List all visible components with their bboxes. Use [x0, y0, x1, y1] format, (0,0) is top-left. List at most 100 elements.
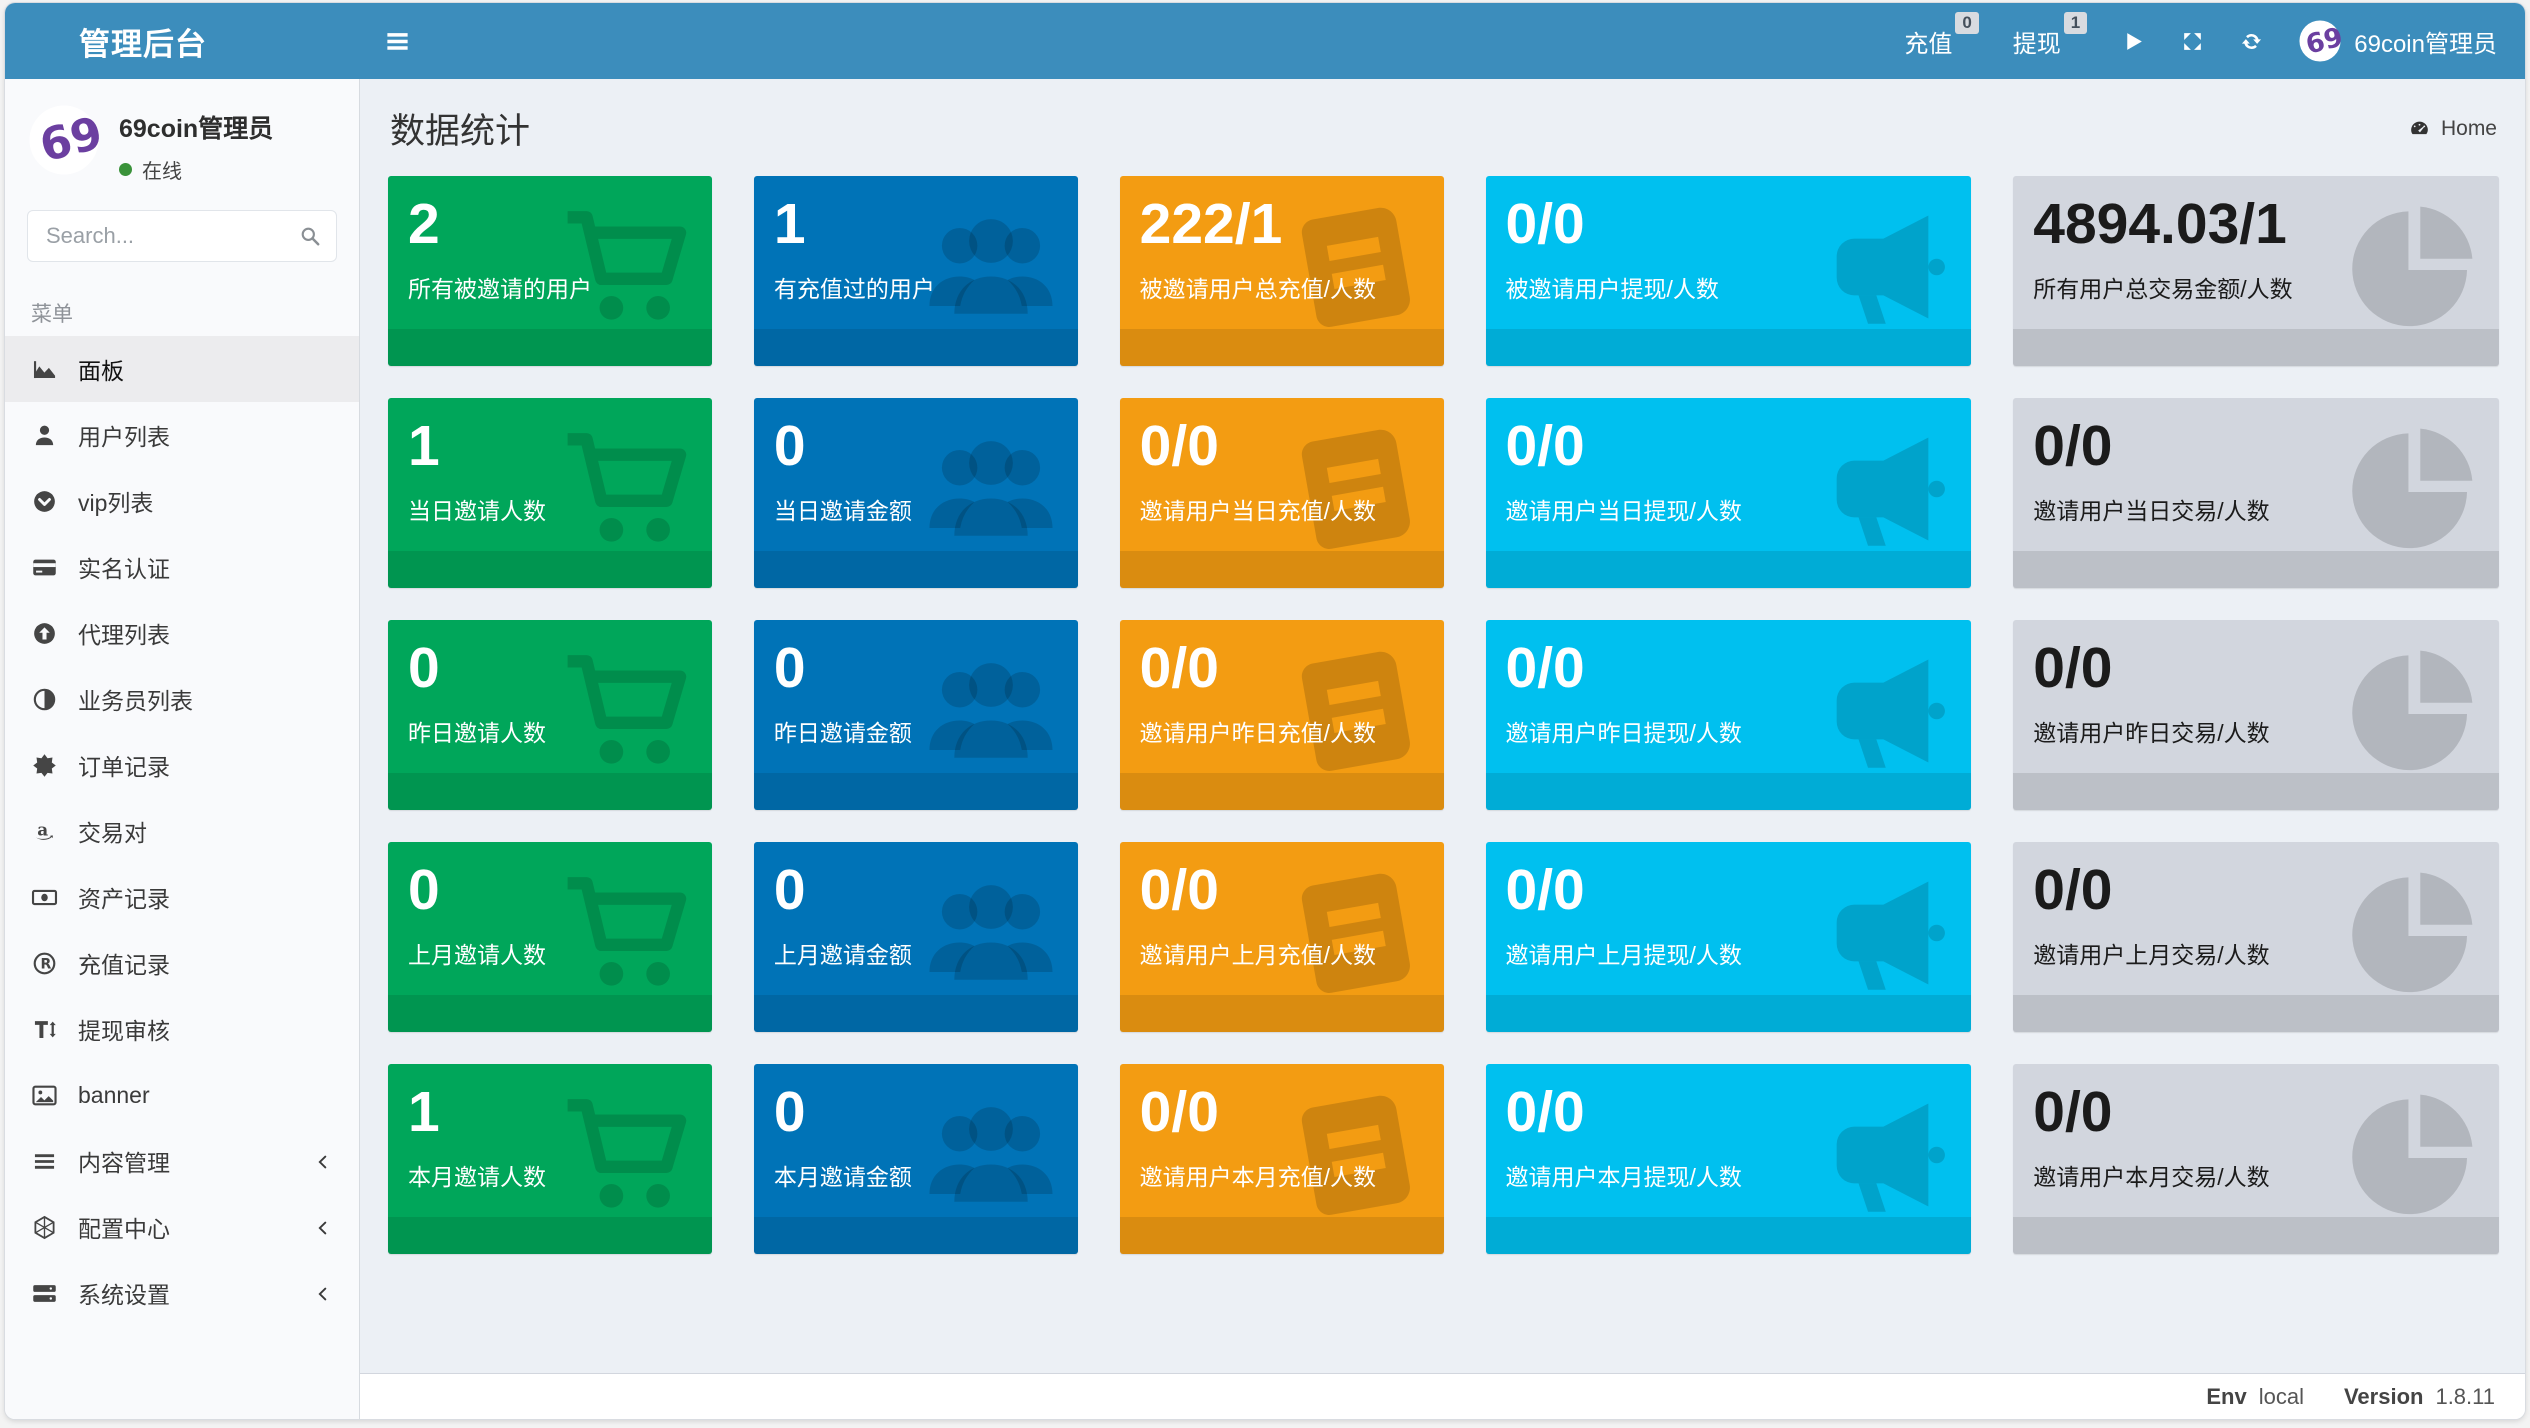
stat-card-footer — [2013, 551, 2499, 588]
stat-label: 所有用户总交易金额/人数 — [2033, 270, 2479, 304]
stat-value: 0/0 — [2033, 857, 2479, 924]
footer-env-value: local — [2259, 1384, 2304, 1410]
stat-card: 0 昨日邀请金额 — [754, 620, 1078, 810]
sidebar-item-realname[interactable]: 实名认证 — [5, 534, 359, 600]
stat-value: 0/0 — [1506, 191, 1952, 258]
sidebar-item-assets[interactable]: 资产记录 — [5, 864, 359, 930]
sidebar-item-content[interactable]: 内容管理 — [5, 1128, 359, 1194]
sidebar-item-pairs[interactable]: 交易对 — [5, 798, 359, 864]
stat-value: 0/0 — [1506, 413, 1952, 480]
page-title: 数据统计 — [390, 103, 530, 154]
footer-version-label: Version — [2344, 1384, 2423, 1410]
stat-card-footer — [1486, 995, 1972, 1032]
recharge-badge: 0 — [1955, 12, 1978, 35]
sidebar-item-label: 业务员列表 — [78, 682, 193, 716]
hexagon-icon — [31, 1214, 58, 1241]
stat-card-footer — [388, 1217, 712, 1254]
recharge-link-label: 充值 — [1904, 24, 1952, 59]
user-menu-name: 69coin管理员 — [2354, 24, 2497, 59]
sidebar-item-agents[interactable]: 代理列表 — [5, 600, 359, 666]
sidebar-item-banner[interactable]: banner — [5, 1062, 359, 1128]
stat-value: 1 — [774, 191, 1058, 258]
stat-label: 被邀请用户提现/人数 — [1506, 270, 1952, 304]
dashboard-icon — [2408, 117, 2431, 140]
sidebar-user-status: 在线 — [119, 155, 273, 184]
sidebar-menu: 面板 用户列表 vip列表 实名认证 代理列表 业务员列表 订单记录 交易对 资… — [5, 336, 359, 1326]
recharge-notifications-link[interactable]: 充值 0 — [1904, 24, 1978, 59]
refresh-button[interactable] — [2239, 29, 2264, 54]
footer-version-value: 1.8.11 — [2435, 1384, 2495, 1410]
stat-card: 0/0 邀请用户本月交易/人数 — [2013, 1064, 2499, 1254]
stat-label: 邀请用户昨日充值/人数 — [1140, 714, 1424, 748]
stat-card: 0/0 邀请用户昨日交易/人数 — [2013, 620, 2499, 810]
stat-label: 邀请用户当日交易/人数 — [2033, 492, 2479, 526]
sidebar-item-system[interactable]: 系统设置 — [5, 1260, 359, 1326]
brand-logo[interactable]: 管理后台 — [5, 3, 360, 79]
play-button[interactable] — [2121, 29, 2146, 54]
stat-label: 邀请用户昨日提现/人数 — [1506, 714, 1952, 748]
registered-icon — [31, 950, 58, 977]
sidebar-item-withdraw[interactable]: 提现审核 — [5, 996, 359, 1062]
stat-label: 上月邀请人数 — [408, 936, 692, 970]
money-bill-icon — [31, 884, 58, 911]
app-window: 管理后台 充值 0 提现 1 69coin管理员 — [5, 3, 2525, 1419]
sidebar-item-label: 实名认证 — [78, 550, 170, 584]
stat-card: 0/0 被邀请用户提现/人数 — [1486, 176, 1972, 366]
sidebar-item-orders[interactable]: 订单记录 — [5, 732, 359, 798]
sidebar-item-recharge[interactable]: 充值记录 — [5, 930, 359, 996]
company-logo — [27, 103, 101, 177]
stat-card-footer — [754, 995, 1078, 1032]
stat-value: 0/0 — [2033, 635, 2479, 702]
sidebar-item-users[interactable]: 用户列表 — [5, 402, 359, 468]
stat-card-footer — [754, 1217, 1078, 1254]
stat-card-footer — [1120, 551, 1444, 588]
stat-label: 昨日邀请人数 — [408, 714, 692, 748]
footer: Env local Version 1.8.11 — [360, 1373, 2525, 1419]
stat-card-footer — [1486, 773, 1972, 810]
stat-value: 0 — [774, 1079, 1058, 1146]
breadcrumb-home[interactable]: Home — [2441, 117, 2497, 141]
stat-label: 当日邀请人数 — [408, 492, 692, 526]
stat-label: 邀请用户昨日交易/人数 — [2033, 714, 2479, 748]
stat-card-footer — [754, 773, 1078, 810]
stat-card: 0 当日邀请金额 — [754, 398, 1078, 588]
stat-card: 0/0 邀请用户本月提现/人数 — [1486, 1064, 1972, 1254]
chart-area-icon — [31, 356, 58, 383]
sidebar-toggle-button[interactable] — [360, 3, 435, 79]
stat-value: 0/0 — [1140, 857, 1424, 924]
stat-card-footer — [754, 329, 1078, 366]
stat-card-grid: 2 所有被邀请的用户 1 有充值过的用户 222/1 被邀请用户总充值/人数 0… — [388, 176, 2499, 1254]
breadcrumb[interactable]: Home — [2408, 117, 2497, 141]
stat-value: 0/0 — [1506, 857, 1952, 924]
stat-label: 邀请用户上月提现/人数 — [1506, 936, 1952, 970]
sidebar-item-label: 提现审核 — [78, 1012, 170, 1046]
stat-card: 0/0 邀请用户上月充值/人数 — [1120, 842, 1444, 1032]
sidebar-item-label: 资产记录 — [78, 880, 170, 914]
stat-card: 0 上月邀请金额 — [754, 842, 1078, 1032]
sidebar-item-label: 订单记录 — [78, 748, 170, 782]
search-input[interactable] — [27, 210, 337, 262]
withdraw-notifications-link[interactable]: 提现 1 — [2013, 24, 2087, 59]
stat-card-footer — [2013, 773, 2499, 810]
footer-env-label: Env — [2206, 1384, 2246, 1410]
stat-label: 当日邀请金额 — [774, 492, 1058, 526]
stat-card: 1 有充值过的用户 — [754, 176, 1078, 366]
stat-label: 有充值过的用户 — [774, 270, 1058, 304]
user-menu[interactable]: 69coin管理员 — [2298, 19, 2497, 63]
sidebar-item-vip[interactable]: vip列表 — [5, 468, 359, 534]
sidebar-item-config[interactable]: 配置中心 — [5, 1194, 359, 1260]
stat-value: 4894.03/1 — [2033, 191, 2479, 258]
stat-card: 4894.03/1 所有用户总交易金额/人数 — [2013, 176, 2499, 366]
stat-value: 2 — [408, 191, 692, 258]
refresh-icon — [2239, 29, 2264, 54]
sidebar-item-salesmen[interactable]: 业务员列表 — [5, 666, 359, 732]
fullscreen-button[interactable] — [2180, 29, 2205, 54]
stat-card-footer — [388, 329, 712, 366]
search-icon[interactable] — [298, 224, 322, 248]
sidebar-item-panel[interactable]: 面板 — [5, 336, 359, 402]
online-status-dot — [119, 163, 132, 176]
stat-card: 0/0 邀请用户上月交易/人数 — [2013, 842, 2499, 1032]
stat-label: 邀请用户当日充值/人数 — [1140, 492, 1424, 526]
sidebar-item-label: 系统设置 — [78, 1276, 170, 1310]
stat-label: 昨日邀请金额 — [774, 714, 1058, 748]
